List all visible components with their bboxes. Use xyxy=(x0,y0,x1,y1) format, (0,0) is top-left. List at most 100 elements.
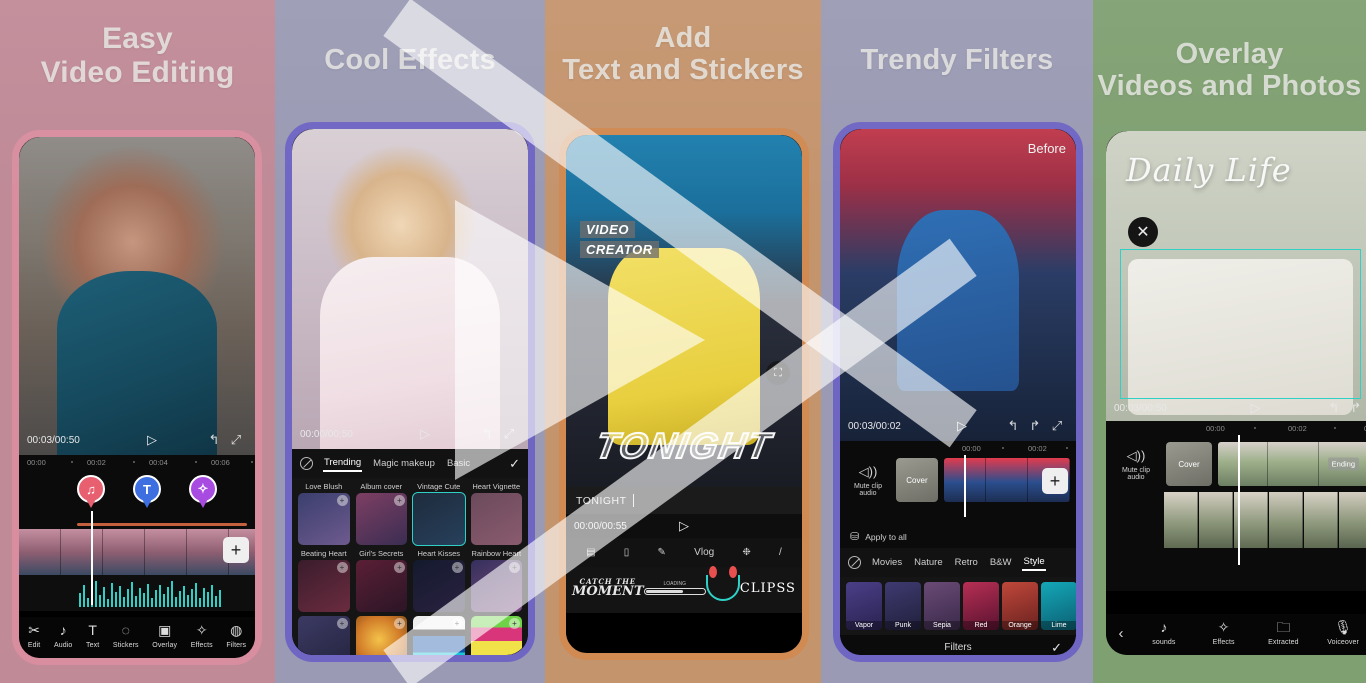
apply-to-all-button[interactable]: ⛁ Apply to all xyxy=(840,525,1076,548)
effects-tabbar[interactable]: Trending Magic makeup Basic ✓ xyxy=(292,449,528,478)
effect-thumbnail[interactable]: + xyxy=(298,616,350,655)
mute-clip-audio-button[interactable]: ◁)) Mute clip audio xyxy=(846,458,890,502)
tab-style[interactable]: Style xyxy=(1022,554,1046,571)
overlay-controls-row[interactable]: ◁)) Mute clip audio Cover xyxy=(1106,436,1366,492)
play-icon[interactable]: ▷ xyxy=(957,418,967,434)
tab-trending[interactable]: Trending xyxy=(323,455,363,472)
effect-thumbnail[interactable]: + xyxy=(298,493,350,545)
filter-item[interactable]: Lime xyxy=(1041,582,1076,630)
tool-stickers[interactable]: ◌ Stickers xyxy=(113,623,139,650)
video-preview[interactable]: VIDEO CREATOR TONIGHT ⛶ xyxy=(566,135,802,487)
tab-vlog[interactable]: Vlog xyxy=(693,545,715,560)
effect-thumbnail[interactable]: + xyxy=(355,493,407,545)
redo-icon[interactable]: ↱ xyxy=(1345,400,1366,416)
effect-thumbnail[interactable]: + xyxy=(470,560,522,612)
tool-overlay[interactable]: ▣ Overlay xyxy=(152,623,177,650)
editor-toolbar[interactable]: ✂ Edit ♪ Audio T Text ◌ Stickers ▣ Overlay ✧ E… xyxy=(19,617,255,658)
play-icon[interactable]: ▷ xyxy=(679,518,689,534)
effect-item[interactable]: Beating Heart + xyxy=(298,549,350,612)
tool-effects[interactable]: ✧ Effects xyxy=(1194,620,1254,647)
tool-filters[interactable]: ◍ Filters xyxy=(226,623,246,650)
video-preview[interactable]: Before 00:03/00:02 ▷ ↰ ↱ ⤢ xyxy=(840,129,1076,441)
editor-toolbar[interactable]: ‹ ♪ sounds ✧ Effects 🗀 Extracted 🎙 Voiceover xyxy=(1106,614,1366,655)
effect-item[interactable]: Album cover + xyxy=(355,482,407,545)
no-effect-icon[interactable] xyxy=(300,457,313,470)
add-icon[interactable]: + xyxy=(451,562,463,573)
effects-grid[interactable]: Love Blush + Album cover + Vintage Cute xyxy=(292,478,528,655)
undo-icon[interactable]: ↰ xyxy=(476,426,498,442)
tab-templates-icon[interactable]: ▤ xyxy=(585,545,596,560)
playhead[interactable] xyxy=(91,511,93,605)
video-preview[interactable]: 00:00/00:50 ▷ ↰ ⤢ xyxy=(292,129,528,449)
video-preview[interactable]: 00:03/00:50 ▷ ↰ ⤢ xyxy=(19,137,255,455)
effect-thumbnail[interactable]: + xyxy=(413,560,465,612)
filter-item[interactable]: Sepia xyxy=(924,582,960,630)
filter-item[interactable]: Orange xyxy=(1002,582,1038,630)
text-input-row[interactable]: TONIGHT xyxy=(566,487,802,514)
add-icon[interactable]: + xyxy=(394,618,405,629)
sticker-row[interactable]: CATCH THE MOMENT LOADING CLIPSS xyxy=(566,566,802,613)
play-icon[interactable]: ▷ xyxy=(420,426,430,442)
filter-item[interactable]: Vapor xyxy=(846,582,882,630)
undo-icon[interactable]: ↰ xyxy=(203,432,225,448)
overlay-text[interactable]: TONIGHT xyxy=(592,424,777,467)
overlay-controls-row[interactable]: ◁)) Mute clip audio Cover xyxy=(840,456,1076,508)
timeline[interactable]: 00:00 00:02 00:04 00:06 ♫ T ✧ + xyxy=(19,455,255,611)
effect-item[interactable]: + Blue Negative xyxy=(413,616,465,655)
effect-item[interactable]: Rainbow Heart + xyxy=(470,549,522,612)
filter-item[interactable]: Red xyxy=(963,582,999,630)
playhead[interactable] xyxy=(1238,435,1240,565)
tab-sparkle-icon[interactable]: ❉ xyxy=(741,545,751,560)
overlay-selection-box[interactable] xyxy=(1120,249,1361,399)
effect-thumbnail[interactable]: + xyxy=(413,616,465,655)
filters-confirm-bar[interactable]: Filters ✓ xyxy=(840,635,1076,655)
tab-nature[interactable]: Nature xyxy=(913,555,944,570)
effect-item[interactable]: + Sunset Light xyxy=(355,616,407,655)
effect-item[interactable]: Love Blush + xyxy=(298,482,350,545)
effect-thumbnail[interactable] xyxy=(470,493,522,545)
effect-item[interactable]: + Color Negative xyxy=(470,616,522,655)
ending-label[interactable]: Ending xyxy=(1327,457,1359,471)
tool-effects[interactable]: ✧ Effects xyxy=(191,623,213,650)
effect-thumbnail[interactable]: + xyxy=(355,616,407,655)
play-icon[interactable]: ▷ xyxy=(1251,400,1261,416)
close-icon[interactable]: ✕ xyxy=(1128,217,1158,247)
sticker-smiley[interactable] xyxy=(705,566,740,601)
clip-strip[interactable] xyxy=(19,529,255,575)
effect-thumbnail[interactable]: + xyxy=(470,616,522,655)
add-icon[interactable]: + xyxy=(509,618,520,629)
filter-tabbar[interactable]: Movies Nature Retro B&W Style xyxy=(840,548,1076,577)
tool-voiceover[interactable]: 🎙 Voiceover xyxy=(1313,620,1366,647)
redo-icon[interactable]: ↱ xyxy=(1024,418,1046,434)
playhead[interactable] xyxy=(964,455,966,517)
fullscreen-icon[interactable]: ⤢ xyxy=(498,426,520,442)
add-icon[interactable]: + xyxy=(509,562,520,573)
fullscreen-icon[interactable]: ⤢ xyxy=(225,432,247,448)
tab-retro[interactable]: Retro xyxy=(954,555,979,570)
cover-button[interactable]: Cover xyxy=(1166,442,1212,486)
overlay-script-title[interactable]: Daily Life xyxy=(1126,151,1292,189)
add-icon[interactable]: + xyxy=(394,562,405,573)
confirm-icon[interactable]: ✓ xyxy=(509,456,520,472)
tab-magic-makeup[interactable]: Magic makeup xyxy=(372,456,436,471)
effect-item[interactable]: Heart Kisses + xyxy=(413,549,465,612)
tool-sounds[interactable]: ♪ sounds xyxy=(1134,620,1194,647)
undo-icon[interactable]: ↰ xyxy=(1002,418,1024,434)
confirm-icon[interactable]: ✓ xyxy=(1051,640,1062,656)
tab-bw[interactable]: B&W xyxy=(989,555,1013,570)
effect-item[interactable]: + Loading Sugar xyxy=(298,616,350,655)
music-pin[interactable]: ♫ xyxy=(77,475,105,503)
tab-basic[interactable]: Basic xyxy=(446,456,471,471)
effect-thumbnail[interactable] xyxy=(412,492,466,546)
timeline-markers[interactable]: ♫ T ✧ xyxy=(19,475,255,503)
timeline[interactable]: 00:00 00:02 ◁)) Mute clip audio Cover + xyxy=(840,441,1076,525)
add-icon[interactable]: + xyxy=(336,618,348,629)
add-clip-button[interactable]: + xyxy=(223,537,249,563)
sticker-catch-the-moment[interactable]: CATCH THE MOMENT xyxy=(572,577,644,599)
sticker-clipss[interactable]: CLIPSS xyxy=(740,581,796,596)
fullscreen-icon[interactable]: ⤢ xyxy=(1046,418,1068,434)
text-pin[interactable]: T xyxy=(133,475,161,503)
mute-clip-audio-button[interactable]: ◁)) Mute clip audio xyxy=(1112,442,1160,486)
add-icon[interactable]: + xyxy=(336,495,348,506)
tab-movies[interactable]: Movies xyxy=(871,555,903,570)
